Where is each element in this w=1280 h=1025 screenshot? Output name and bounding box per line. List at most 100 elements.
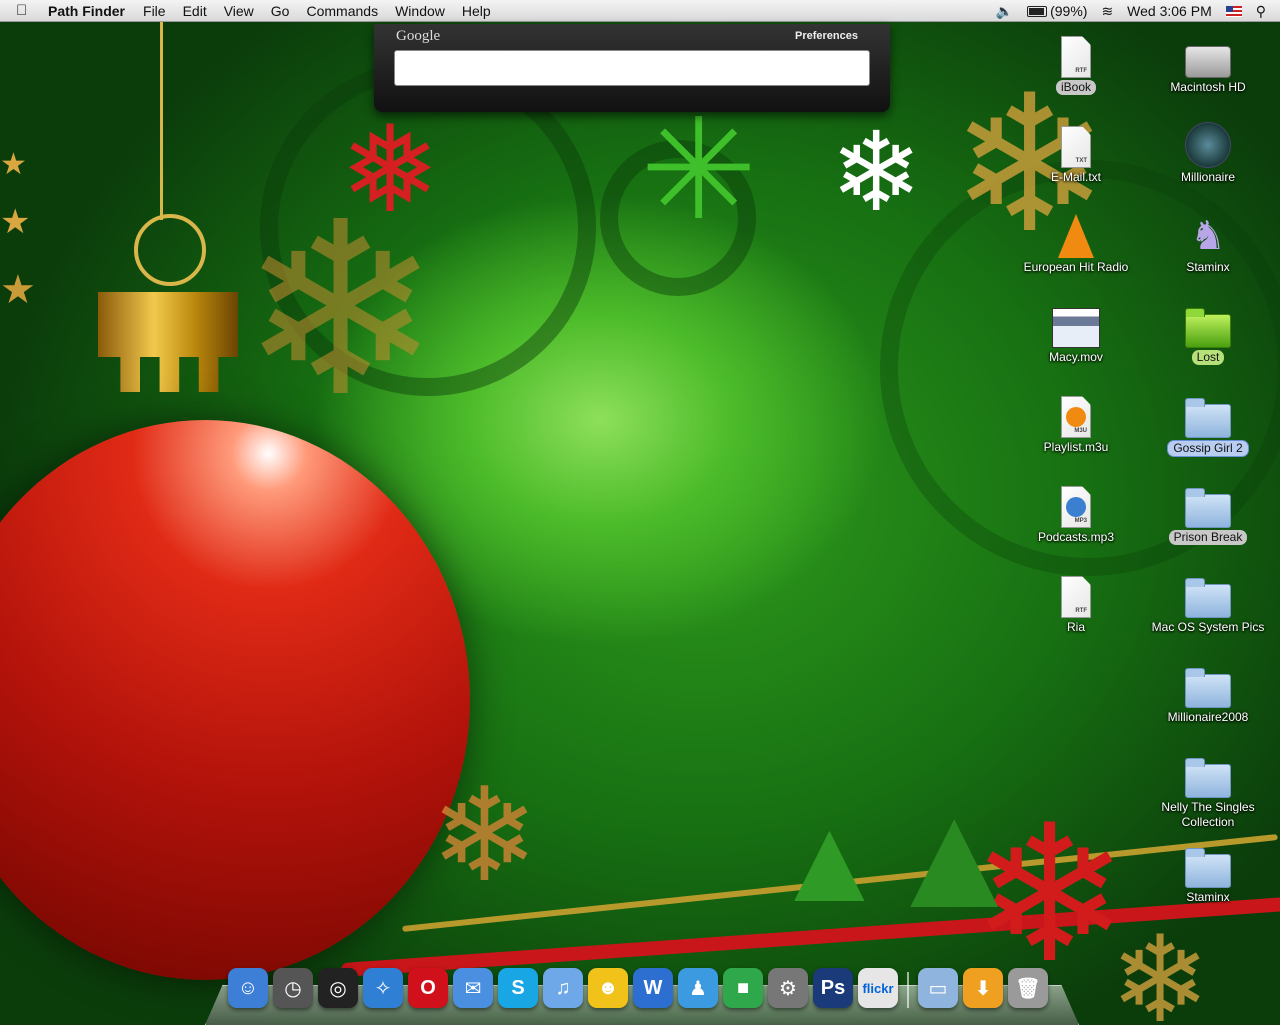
ornament-cap <box>98 292 238 392</box>
file-type-tag: MP3 <box>1074 518 1087 524</box>
desktop-icon-label: Staminx <box>1186 890 1230 904</box>
hard-drive-icon <box>1185 46 1231 78</box>
desktop-icon[interactable]: MP3 Podcasts.mp3 <box>1011 478 1141 546</box>
desktop-icon[interactable]: RTF iBook <box>1011 28 1141 96</box>
snowflake-icon: ❄ <box>430 762 539 908</box>
folder-icon <box>1185 488 1231 528</box>
dock-photoshop-icon[interactable]: Ps <box>813 968 853 1008</box>
spotlight-search-icon[interactable]: ⚲ <box>1256 3 1266 20</box>
document-icon: RTF <box>1061 36 1091 78</box>
desktop-icon-image <box>1011 208 1141 258</box>
desktop-icon-image: TXT <box>1011 118 1141 168</box>
star-icon: ★ <box>0 203 31 241</box>
desktop-icon[interactable]: TXT E-Mail.txt <box>1011 118 1141 186</box>
desktop-icon-label: European Hit Radio <box>1023 260 1129 274</box>
desktop-icon[interactable]: ♞ Staminx <box>1143 208 1273 276</box>
document-icon: MP3 <box>1061 486 1091 528</box>
desktop-icon-label: Lost <box>1191 350 1225 365</box>
dock-trash-icon[interactable]: 🗑 <box>1008 968 1048 1008</box>
desktop-icon-label: Macintosh HD <box>1170 80 1246 94</box>
dock-messenger-icon[interactable]: ♟ <box>678 968 718 1008</box>
file-type-tag: RTF <box>1075 68 1087 74</box>
desktop-icon[interactable]: Prison Break <box>1143 478 1273 546</box>
christmas-ornament <box>0 420 470 980</box>
menu-extras: 🔈 (99%) ≋ Wed 3:06 PM ⚲ <box>996 0 1280 22</box>
menu-bar:  Path Finder File Edit View Go Commands… <box>0 0 1280 22</box>
desktop-icon[interactable]: Macintosh HD <box>1143 28 1273 96</box>
menu-view[interactable]: View <box>224 3 254 19</box>
tree-icon: ▲ <box>880 771 1029 939</box>
audio-icon <box>1066 497 1086 517</box>
dock-items: ☺ ◷ ◎ ✧ O ✉ S ♫ ☻ W ♟ ■ ⚙ Ps flickr ▭ ⬇ 🗑 <box>228 964 1048 1008</box>
menu-window[interactable]: Window <box>395 3 445 19</box>
dock-clock-icon[interactable]: ◷ <box>273 968 313 1008</box>
dock-documents-folder-icon[interactable]: ▭ <box>918 968 958 1008</box>
google-search-widget: Google Preferences <box>374 24 890 112</box>
application-icon <box>1185 122 1231 168</box>
dock-opera-icon[interactable]: O <box>408 968 448 1008</box>
dock-flickr-uploader-icon[interactable]: flickr <box>858 968 898 1008</box>
menu-go[interactable]: Go <box>271 3 290 19</box>
dock-itunes-icon[interactable]: ♫ <box>543 968 583 1008</box>
menu-commands[interactable]: Commands <box>306 3 378 19</box>
desktop-icon-image: ♞ <box>1143 208 1273 258</box>
wifi-icon[interactable]: ≋ <box>1101 3 1113 20</box>
desktop-icon-image: M3U <box>1011 388 1141 438</box>
dock-downloads-icon[interactable]: ⬇ <box>963 968 1003 1008</box>
desktop-icon-label: Podcasts.mp3 <box>1037 530 1115 544</box>
dock-ichat-icon[interactable]: ✉ <box>453 968 493 1008</box>
desktop-icon-label: Millionaire2008 <box>1167 710 1249 724</box>
dock-system-preferences-icon[interactable]: ⚙ <box>768 968 808 1008</box>
desktop-icon-label: Gossip Girl 2 <box>1167 440 1249 457</box>
desktop-icon-label: iBook <box>1055 80 1097 95</box>
app-menu-path-finder[interactable]: Path Finder <box>48 3 125 19</box>
desktop-icon-label: Macy.mov <box>1049 350 1103 364</box>
desktop-icon[interactable]: Staminx <box>1143 838 1273 906</box>
apple-menu-icon[interactable]:  <box>16 2 36 19</box>
desktop-icon[interactable]: Lost <box>1143 298 1273 366</box>
desktop-icon-label: Millionaire <box>1180 170 1236 184</box>
menu-help[interactable]: Help <box>462 3 491 19</box>
dock-safari-icon[interactable]: ✧ <box>363 968 403 1008</box>
folder-icon <box>1185 848 1231 888</box>
snowflake-icon: ❄ <box>240 176 442 444</box>
menu-file[interactable]: File <box>143 3 166 19</box>
desktop-icon-image <box>1143 838 1273 888</box>
document-icon: M3U <box>1061 396 1091 438</box>
desktop-icon[interactable]: Millionaire2008 <box>1143 658 1273 726</box>
dock-yahoo-messenger-icon[interactable]: ☻ <box>588 968 628 1008</box>
desktop-icon[interactable]: M3U Playlist.m3u <box>1011 388 1141 456</box>
vlc-cone-icon <box>1066 407 1086 427</box>
menubar-clock[interactable]: Wed 3:06 PM <box>1127 3 1212 19</box>
dock-skype-icon[interactable]: S <box>498 968 538 1008</box>
desktop-icon-image <box>1143 478 1273 528</box>
desktop-icon[interactable]: Nelly The Singles Collection <box>1143 748 1273 831</box>
desktop-icon-label: Mac OS System Pics <box>1151 620 1265 634</box>
document-icon: TXT <box>1061 126 1091 168</box>
dock-dashboard-icon[interactable]: ◎ <box>318 968 358 1008</box>
google-preferences-link[interactable]: Preferences <box>795 30 858 42</box>
google-search-input[interactable] <box>394 50 870 86</box>
dock-cube-icon[interactable]: ■ <box>723 968 763 1008</box>
google-logo: Google <box>396 28 441 44</box>
desktop-icon[interactable]: European Hit Radio <box>1011 208 1141 276</box>
battery-icon <box>1027 5 1048 17</box>
desktop-icon-image <box>1143 658 1273 708</box>
desktop-icon[interactable]: Macy.mov <box>1011 298 1141 366</box>
desktop-icon[interactable]: Millionaire <box>1143 118 1273 186</box>
desktop-icon[interactable]: RTF Ria <box>1011 568 1141 636</box>
dock-finder-icon[interactable]: ☺ <box>228 968 268 1008</box>
star-icon: ★ <box>0 268 36 312</box>
menu-edit[interactable]: Edit <box>183 3 207 19</box>
desktop-icon[interactable]: Gossip Girl 2 <box>1143 388 1273 457</box>
volume-icon[interactable]: 🔈 <box>996 3 1013 20</box>
folder-icon <box>1185 758 1231 798</box>
desktop-icon-image <box>1143 748 1273 798</box>
folder-icon <box>1185 668 1231 708</box>
tree-icon: ▲ <box>770 793 889 927</box>
dock-separator <box>907 972 909 1008</box>
desktop-icon[interactable]: Mac OS System Pics <box>1143 568 1273 636</box>
dock-word-icon[interactable]: W <box>633 968 673 1008</box>
input-menu-flag-icon[interactable] <box>1225 5 1242 17</box>
battery-status[interactable]: (99%) <box>1027 3 1087 19</box>
